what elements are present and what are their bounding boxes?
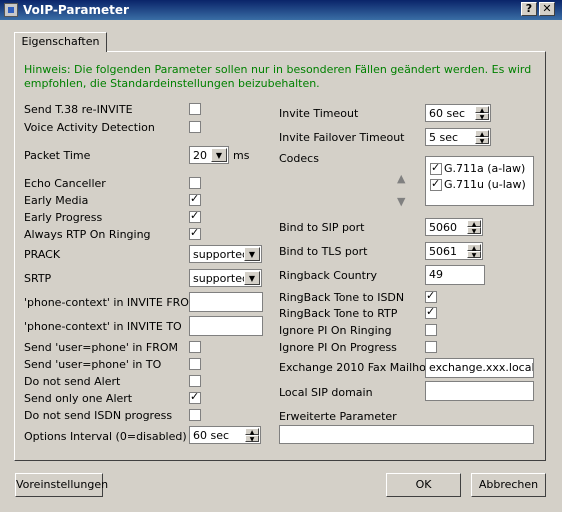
- chevron-down-icon[interactable]: ▼: [244, 271, 260, 285]
- no-alert-label: Do not send Alert: [24, 375, 121, 388]
- fax-mailhost-label: Exchange 2010 Fax Mailhost: [279, 361, 436, 374]
- close-button[interactable]: ✕: [539, 2, 555, 16]
- local-sip-domain-input[interactable]: [425, 381, 534, 401]
- pc-to-input[interactable]: [189, 316, 263, 336]
- no-isdn-progress-checkbox[interactable]: [189, 409, 201, 421]
- invite-failover-label: Invite Failover Timeout: [279, 131, 405, 144]
- user-phone-from-checkbox[interactable]: [189, 341, 201, 353]
- prack-value: supported: [193, 248, 249, 261]
- local-sip-domain-label: Local SIP domain: [279, 386, 373, 399]
- tls-port-spinner[interactable]: 5061 ▲ ▼: [425, 242, 483, 260]
- window-title: VoIP-Parameter: [23, 3, 129, 17]
- cancel-button[interactable]: Abbrechen: [471, 473, 546, 497]
- always-rtp-checkbox[interactable]: [189, 226, 201, 240]
- no-isdn-progress-label: Do not send ISDN progress: [24, 409, 173, 422]
- options-interval-label: Options Interval (0=disabled): [24, 430, 187, 443]
- invite-failover-spinner[interactable]: 5 sec ▲ ▼: [425, 128, 491, 146]
- packet-time-label: Packet Time: [24, 149, 91, 162]
- title-bar: VoIP-Parameter ? ✕: [0, 0, 562, 20]
- ringback-country-input[interactable]: 49: [425, 265, 485, 285]
- extended-params-input[interactable]: [279, 425, 534, 444]
- tab-eigenschaften[interactable]: Eigenschaften: [14, 32, 107, 52]
- chevron-down-icon[interactable]: ▼: [244, 247, 260, 261]
- invite-timeout-value: 60 sec: [429, 107, 466, 120]
- always-rtp-label: Always RTP On Ringing: [24, 228, 151, 241]
- echo-canceller-label: Echo Canceller: [24, 177, 106, 190]
- codec-g711u-label: G.711u (u-law): [444, 178, 526, 191]
- tls-port-value: 5061: [429, 245, 457, 258]
- packet-time-value: 20: [193, 149, 207, 162]
- chevron-down-icon[interactable]: ▼: [211, 148, 227, 162]
- codec-g711a-checkbox[interactable]: [430, 161, 442, 175]
- help-button[interactable]: ?: [521, 2, 537, 16]
- fax-mailhost-input[interactable]: exchange.xxx.local:2: [425, 358, 534, 378]
- user-phone-to-label: Send 'user=phone' in TO: [24, 358, 162, 371]
- send-t38-label: Send T.38 re-INVITE: [24, 103, 133, 116]
- early-progress-label: Early Progress: [24, 211, 103, 224]
- rbt-isdn-label: RingBack Tone to ISDN: [279, 291, 405, 304]
- codec-g711u-checkbox[interactable]: [430, 177, 442, 191]
- vad-label: Voice Activity Detection: [24, 121, 155, 134]
- srtp-select[interactable]: supported ▼: [189, 269, 262, 287]
- options-interval-spinner[interactable]: 60 sec ▲ ▼: [189, 426, 261, 444]
- rbt-isdn-checkbox[interactable]: [425, 289, 437, 303]
- pc-from-input[interactable]: [189, 292, 263, 312]
- codecs-list[interactable]: G.711a (a-law) G.711u (u-law): [425, 156, 534, 206]
- voip-parameter-dialog: VoIP-Parameter ? ✕ Eigenschaften Hinweis…: [0, 0, 562, 512]
- ok-button[interactable]: OK: [386, 473, 461, 497]
- invite-timeout-spinner[interactable]: 60 sec ▲ ▼: [425, 104, 491, 122]
- invite-timeout-label: Invite Timeout: [279, 107, 359, 120]
- ignore-pi-progress-label: Ignore PI On Progress: [279, 341, 397, 354]
- invite-failover-value: 5 sec: [429, 131, 459, 144]
- one-alert-label: Send only one Alert: [24, 392, 133, 405]
- packet-time-unit: ms: [233, 149, 250, 162]
- spinner-buttons[interactable]: ▲ ▼: [475, 130, 489, 145]
- options-interval-value: 60 sec: [193, 429, 230, 442]
- no-alert-checkbox[interactable]: [189, 375, 201, 387]
- spinner-buttons[interactable]: ▲ ▼: [245, 428, 259, 443]
- srtp-value: supported: [193, 272, 249, 285]
- tls-port-label: Bind to TLS port: [279, 245, 368, 258]
- app-icon: [4, 3, 18, 17]
- ringback-country-value: 49: [429, 268, 443, 281]
- pc-from-label: 'phone-context' in INVITE FROM: [24, 296, 199, 309]
- spinner-buttons[interactable]: ▲ ▼: [467, 220, 481, 235]
- send-t38-checkbox[interactable]: [189, 103, 201, 115]
- sip-port-label: Bind to SIP port: [279, 221, 365, 234]
- move-up-icon[interactable]: ▲: [397, 172, 405, 185]
- vad-checkbox[interactable]: [189, 121, 201, 133]
- early-progress-checkbox[interactable]: [189, 209, 201, 223]
- early-media-checkbox[interactable]: [189, 192, 201, 206]
- early-media-label: Early Media: [24, 194, 89, 207]
- spinner-buttons[interactable]: ▲ ▼: [475, 106, 489, 121]
- codec-g711a-label: G.711a (a-law): [444, 162, 526, 175]
- ignore-pi-ringing-label: Ignore PI On Ringing: [279, 324, 392, 337]
- one-alert-checkbox[interactable]: [189, 390, 201, 404]
- echo-canceller-checkbox[interactable]: [189, 177, 201, 189]
- fax-mailhost-value: exchange.xxx.local:2: [429, 361, 533, 374]
- pc-to-label: 'phone-context' in INVITE TO: [24, 320, 182, 333]
- sip-port-value: 5060: [429, 221, 457, 234]
- sip-port-spinner[interactable]: 5060 ▲ ▼: [425, 218, 483, 236]
- hint-text: Hinweis: Die folgenden Parameter sollen …: [24, 63, 532, 90]
- ignore-pi-progress-checkbox[interactable]: [425, 341, 437, 353]
- extended-params-label: Erweiterte Parameter: [279, 410, 397, 423]
- move-down-icon[interactable]: ▼: [397, 195, 405, 208]
- codecs-label: Codecs: [279, 152, 319, 165]
- rbt-rtp-label: RingBack Tone to RTP: [279, 307, 398, 320]
- ignore-pi-ringing-checkbox[interactable]: [425, 324, 437, 336]
- prack-select[interactable]: supported ▼: [189, 245, 262, 263]
- rbt-rtp-checkbox[interactable]: [425, 305, 437, 319]
- user-phone-to-checkbox[interactable]: [189, 358, 201, 370]
- srtp-label: SRTP: [24, 272, 52, 285]
- user-phone-from-label: Send 'user=phone' in FROM: [24, 341, 179, 354]
- packet-time-select[interactable]: 20 ▼: [189, 146, 229, 164]
- prack-label: PRACK: [24, 248, 61, 261]
- defaults-button[interactable]: Voreinstellungen: [15, 473, 108, 497]
- spinner-buttons[interactable]: ▲ ▼: [467, 244, 481, 259]
- ringback-country-label: Ringback Country: [279, 269, 377, 282]
